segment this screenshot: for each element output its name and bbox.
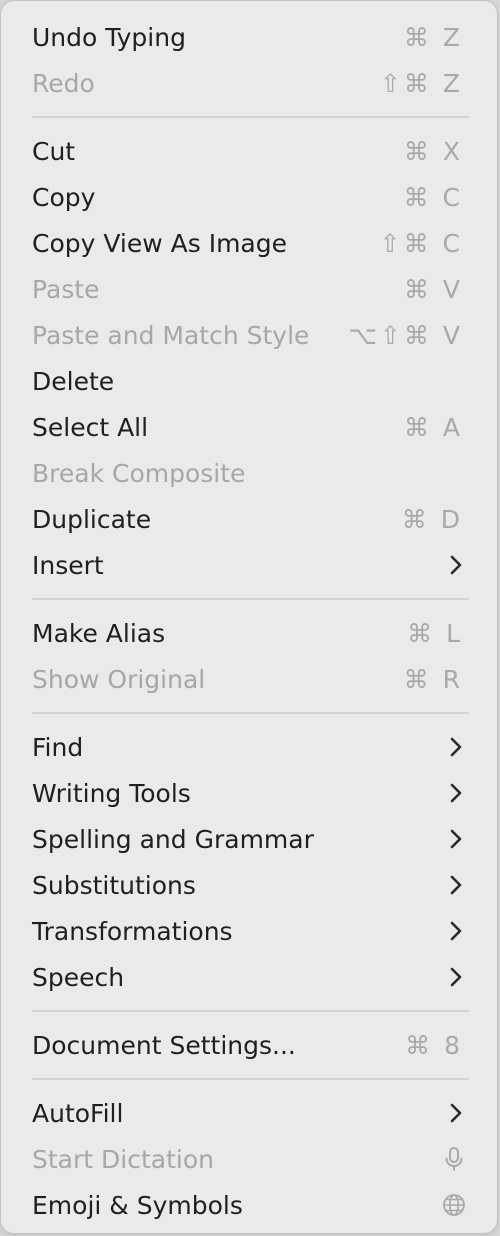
menu-item-undo-typing[interactable]: Undo Typing ⌘ Z [1, 14, 497, 60]
menu-item-show-original: Show Original ⌘ R [1, 656, 497, 702]
chevron-right-icon [449, 827, 463, 851]
menu-item-cut[interactable]: Cut ⌘ X [1, 128, 497, 174]
microphone-icon [441, 1146, 467, 1172]
menu-item-label: Paste and Match Style [32, 320, 310, 350]
menu-item-paste: Paste ⌘ V [1, 266, 497, 312]
menu-item-label: Make Alias [32, 618, 166, 648]
globe-icon [441, 1192, 467, 1218]
menu-item-label: Spelling and Grammar [32, 824, 314, 854]
menu-item-label: Select All [32, 412, 149, 442]
menu-separator [32, 598, 469, 600]
menu-item-label: Start Dictation [32, 1144, 214, 1174]
chevron-right-icon [449, 781, 463, 805]
menu-separator [32, 1010, 469, 1012]
menu-item-label: Find [32, 732, 84, 762]
chevron-right-icon [449, 553, 463, 577]
separator-wrap [1, 106, 497, 128]
menu-item-transformations[interactable]: Transformations [1, 908, 497, 954]
chevron-right-icon [449, 1101, 463, 1125]
menu-item-select-all[interactable]: Select All ⌘ A [1, 404, 497, 450]
menu-item-find[interactable]: Find [1, 724, 497, 770]
menu-item-label: Substitutions [32, 870, 196, 900]
menu-item-label: Paste [32, 274, 100, 304]
menu-item-label: Writing Tools [32, 778, 191, 808]
shortcut-undo: ⌘ Z [403, 22, 463, 52]
chevron-right-icon [449, 919, 463, 943]
menu-item-duplicate[interactable]: Duplicate ⌘ D [1, 496, 497, 542]
menu-item-substitutions[interactable]: Substitutions [1, 862, 497, 908]
shortcut-show-original: ⌘ R [403, 664, 463, 694]
menu-separator [32, 1078, 469, 1080]
menu-item-delete[interactable]: Delete [1, 358, 497, 404]
chevron-right-icon [449, 873, 463, 897]
menu-item-label: Speech [32, 962, 125, 992]
separator-wrap [1, 702, 497, 724]
menu-item-label: Insert [32, 550, 104, 580]
chevron-right-icon [449, 735, 463, 759]
separator-wrap [1, 1000, 497, 1022]
menu-separator [32, 116, 469, 118]
shortcut-copy-view-as-image: ⇧⌘ C [379, 228, 463, 258]
menu-item-paste-and-match-style: Paste and Match Style ⌥⇧⌘ V [1, 312, 497, 358]
menu-item-label: Delete [32, 366, 115, 396]
menu-item-label: Copy [32, 182, 96, 212]
shortcut-redo: ⇧⌘ Z [379, 68, 463, 98]
menu-item-break-composite: Break Composite [1, 450, 497, 496]
shortcut-cut: ⌘ X [403, 136, 463, 166]
menu-item-speech[interactable]: Speech [1, 954, 497, 1000]
shortcut-duplicate: ⌘ D [401, 504, 463, 534]
shortcut-select-all: ⌘ A [403, 412, 463, 442]
menu-item-document-settings[interactable]: Document Settings... ⌘ 8 [1, 1022, 497, 1068]
chevron-right-icon [449, 965, 463, 989]
menu-item-label: Duplicate [32, 504, 152, 534]
menu-item-writing-tools[interactable]: Writing Tools [1, 770, 497, 816]
shortcut-copy: ⌘ C [403, 182, 463, 212]
menu-item-label: Break Composite [32, 458, 246, 488]
menu-item-emoji-and-symbols[interactable]: Emoji & Symbols [1, 1182, 497, 1228]
menu-item-label: Copy View As Image [32, 228, 288, 258]
menu-item-label: Undo Typing [32, 22, 186, 52]
menu-item-label: Document Settings... [32, 1030, 296, 1060]
menu-item-make-alias[interactable]: Make Alias ⌘ L [1, 610, 497, 656]
separator-wrap [1, 588, 497, 610]
menu-separator [32, 712, 469, 714]
menu-item-copy-view-as-image[interactable]: Copy View As Image ⇧⌘ C [1, 220, 497, 266]
edit-context-menu: Undo Typing ⌘ Z Redo ⇧⌘ Z Cut ⌘ X Copy ⌘… [0, 0, 498, 1234]
menu-item-insert[interactable]: Insert [1, 542, 497, 588]
menu-item-label: AutoFill [32, 1098, 124, 1128]
menu-item-start-dictation: Start Dictation [1, 1136, 497, 1182]
menu-item-label: Cut [32, 136, 76, 166]
shortcut-document-settings: ⌘ 8 [405, 1030, 463, 1060]
menu-item-label: Redo [32, 68, 95, 98]
menu-item-spelling-and-grammar[interactable]: Spelling and Grammar [1, 816, 497, 862]
shortcut-paste-and-match-style: ⌥⇧⌘ V [348, 320, 463, 350]
menu-item-label: Transformations [32, 916, 233, 946]
menu-item-autofill[interactable]: AutoFill [1, 1090, 497, 1136]
menu-item-redo: Redo ⇧⌘ Z [1, 60, 497, 106]
separator-wrap [1, 1068, 497, 1090]
shortcut-paste: ⌘ V [403, 274, 463, 304]
menu-item-label: Emoji & Symbols [32, 1190, 243, 1220]
shortcut-make-alias: ⌘ L [407, 618, 463, 648]
menu-item-copy[interactable]: Copy ⌘ C [1, 174, 497, 220]
menu-item-label: Show Original [32, 664, 206, 694]
